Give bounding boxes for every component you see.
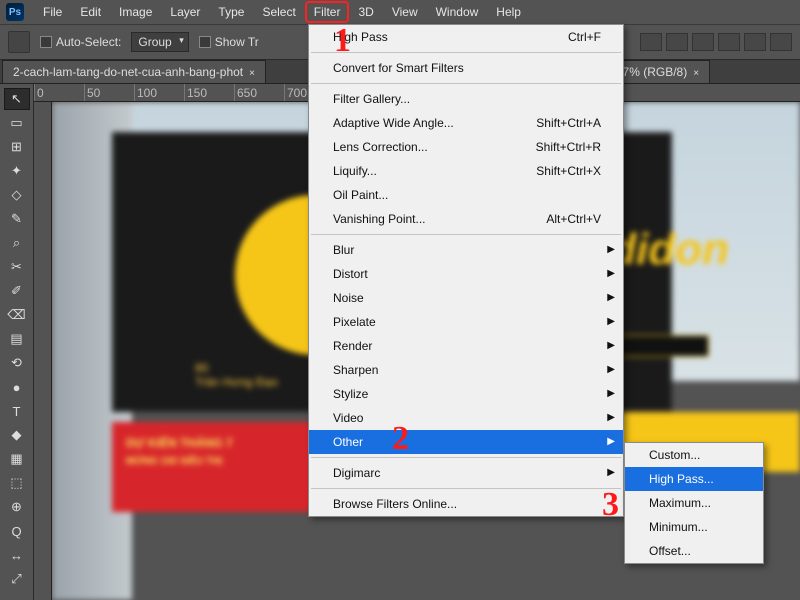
filter-menu: High PassCtrl+F Convert for Smart Filters… bbox=[308, 24, 624, 517]
menu-item[interactable]: Other▶ bbox=[309, 430, 623, 454]
move-tool-preset-icon[interactable] bbox=[8, 31, 30, 53]
align-button[interactable] bbox=[692, 33, 714, 51]
menu-file[interactable]: File bbox=[34, 1, 71, 23]
tool-button[interactable]: ⬚ bbox=[4, 472, 30, 494]
show-transform-checkbox[interactable]: Show Tr bbox=[199, 35, 259, 49]
menu-item[interactable]: Custom... bbox=[625, 443, 763, 467]
menu-filter[interactable]: Filter bbox=[305, 1, 350, 23]
close-icon[interactable]: × bbox=[249, 68, 255, 79]
menu-edit[interactable]: Edit bbox=[71, 1, 110, 23]
menu-item[interactable]: Adaptive Wide Angle...Shift+Ctrl+A bbox=[309, 111, 623, 135]
menu-item[interactable]: High Pass... bbox=[625, 467, 763, 491]
menu-window[interactable]: Window bbox=[427, 1, 488, 23]
menu-item[interactable]: High PassCtrl+F bbox=[309, 25, 623, 49]
menu-item[interactable]: Minimum... bbox=[625, 515, 763, 539]
menu-view[interactable]: View bbox=[383, 1, 427, 23]
align-button[interactable] bbox=[718, 33, 740, 51]
tool-button[interactable]: ✐ bbox=[4, 280, 30, 302]
menu-item[interactable]: Noise▶ bbox=[309, 286, 623, 310]
tool-button[interactable]: ⤢ bbox=[4, 568, 30, 590]
tool-button[interactable]: ✦ bbox=[4, 160, 30, 182]
filter-other-submenu: Custom...High Pass...Maximum...Minimum..… bbox=[624, 442, 764, 564]
tool-button[interactable]: ▭ bbox=[4, 112, 30, 134]
auto-select-checkbox[interactable]: Auto-Select: bbox=[40, 35, 121, 49]
tool-button[interactable]: Q bbox=[4, 520, 30, 542]
auto-select-mode-select[interactable]: Group bbox=[131, 32, 188, 52]
menu-item[interactable]: Pixelate▶ bbox=[309, 310, 623, 334]
tool-button[interactable]: ▦ bbox=[4, 448, 30, 470]
tool-button[interactable]: ⟲ bbox=[4, 352, 30, 374]
tool-button[interactable]: ⌫ bbox=[4, 304, 30, 326]
align-buttons bbox=[640, 33, 792, 51]
menu-item[interactable]: Video▶ bbox=[309, 406, 623, 430]
align-button[interactable] bbox=[666, 33, 688, 51]
tool-button[interactable]: ● bbox=[4, 376, 30, 398]
menu-item[interactable]: Sharpen▶ bbox=[309, 358, 623, 382]
tool-button[interactable]: T bbox=[4, 400, 30, 422]
ruler-vertical bbox=[34, 102, 52, 600]
align-button[interactable] bbox=[640, 33, 662, 51]
tool-button[interactable]: ◇ bbox=[4, 184, 30, 206]
tool-button[interactable]: ⊞ bbox=[4, 136, 30, 158]
menu-layer[interactable]: Layer bbox=[161, 1, 209, 23]
close-icon[interactable]: × bbox=[693, 68, 699, 79]
ps-logo-icon: Ps bbox=[6, 3, 24, 21]
menu-item[interactable]: Filter Gallery... bbox=[309, 87, 623, 111]
menu-item[interactable]: Offset... bbox=[625, 539, 763, 563]
menu-select[interactable]: Select bbox=[253, 1, 304, 23]
menu-image[interactable]: Image bbox=[110, 1, 161, 23]
align-button[interactable] bbox=[744, 33, 766, 51]
menu-item[interactable]: Oil Paint... bbox=[309, 183, 623, 207]
menu-item[interactable]: Stylize▶ bbox=[309, 382, 623, 406]
tool-button[interactable]: ✂ bbox=[4, 256, 30, 278]
menu-item[interactable]: Digimarc▶ bbox=[309, 461, 623, 485]
tool-button[interactable]: ⌕ bbox=[4, 232, 30, 254]
menu-3d[interactable]: 3D bbox=[349, 1, 382, 23]
menu-type[interactable]: Type bbox=[209, 1, 253, 23]
tool-button[interactable]: ▤ bbox=[4, 328, 30, 350]
menu-item[interactable]: Blur▶ bbox=[309, 238, 623, 262]
menu-item[interactable]: Render▶ bbox=[309, 334, 623, 358]
menu-item[interactable]: Maximum... bbox=[625, 491, 763, 515]
menu-item[interactable]: Vanishing Point...Alt+Ctrl+V bbox=[309, 207, 623, 231]
align-button[interactable] bbox=[770, 33, 792, 51]
tool-button[interactable]: ↔ bbox=[4, 544, 30, 566]
menu-item[interactable]: Lens Correction...Shift+Ctrl+R bbox=[309, 135, 623, 159]
menu-item[interactable]: Distort▶ bbox=[309, 262, 623, 286]
menu-bar: Ps FileEditImageLayerTypeSelectFilter3DV… bbox=[0, 0, 800, 24]
tool-button[interactable]: ↖ bbox=[4, 88, 30, 110]
toolbox: ↖▭⊞✦◇✎⌕✂✐⌫▤⟲●T◆▦⬚⊕Q↔⤢ bbox=[0, 84, 34, 600]
tool-button[interactable]: ⊕ bbox=[4, 496, 30, 518]
document-tab[interactable]: 2-cach-lam-tang-do-net-cua-anh-bang-phot… bbox=[2, 60, 266, 83]
menu-item[interactable]: Liquify...Shift+Ctrl+X bbox=[309, 159, 623, 183]
menu-item[interactable]: Browse Filters Online... bbox=[309, 492, 623, 516]
menu-item[interactable]: Convert for Smart Filters bbox=[309, 56, 623, 80]
menu-help[interactable]: Help bbox=[487, 1, 530, 23]
tool-button[interactable]: ✎ bbox=[4, 208, 30, 230]
tool-button[interactable]: ◆ bbox=[4, 424, 30, 446]
